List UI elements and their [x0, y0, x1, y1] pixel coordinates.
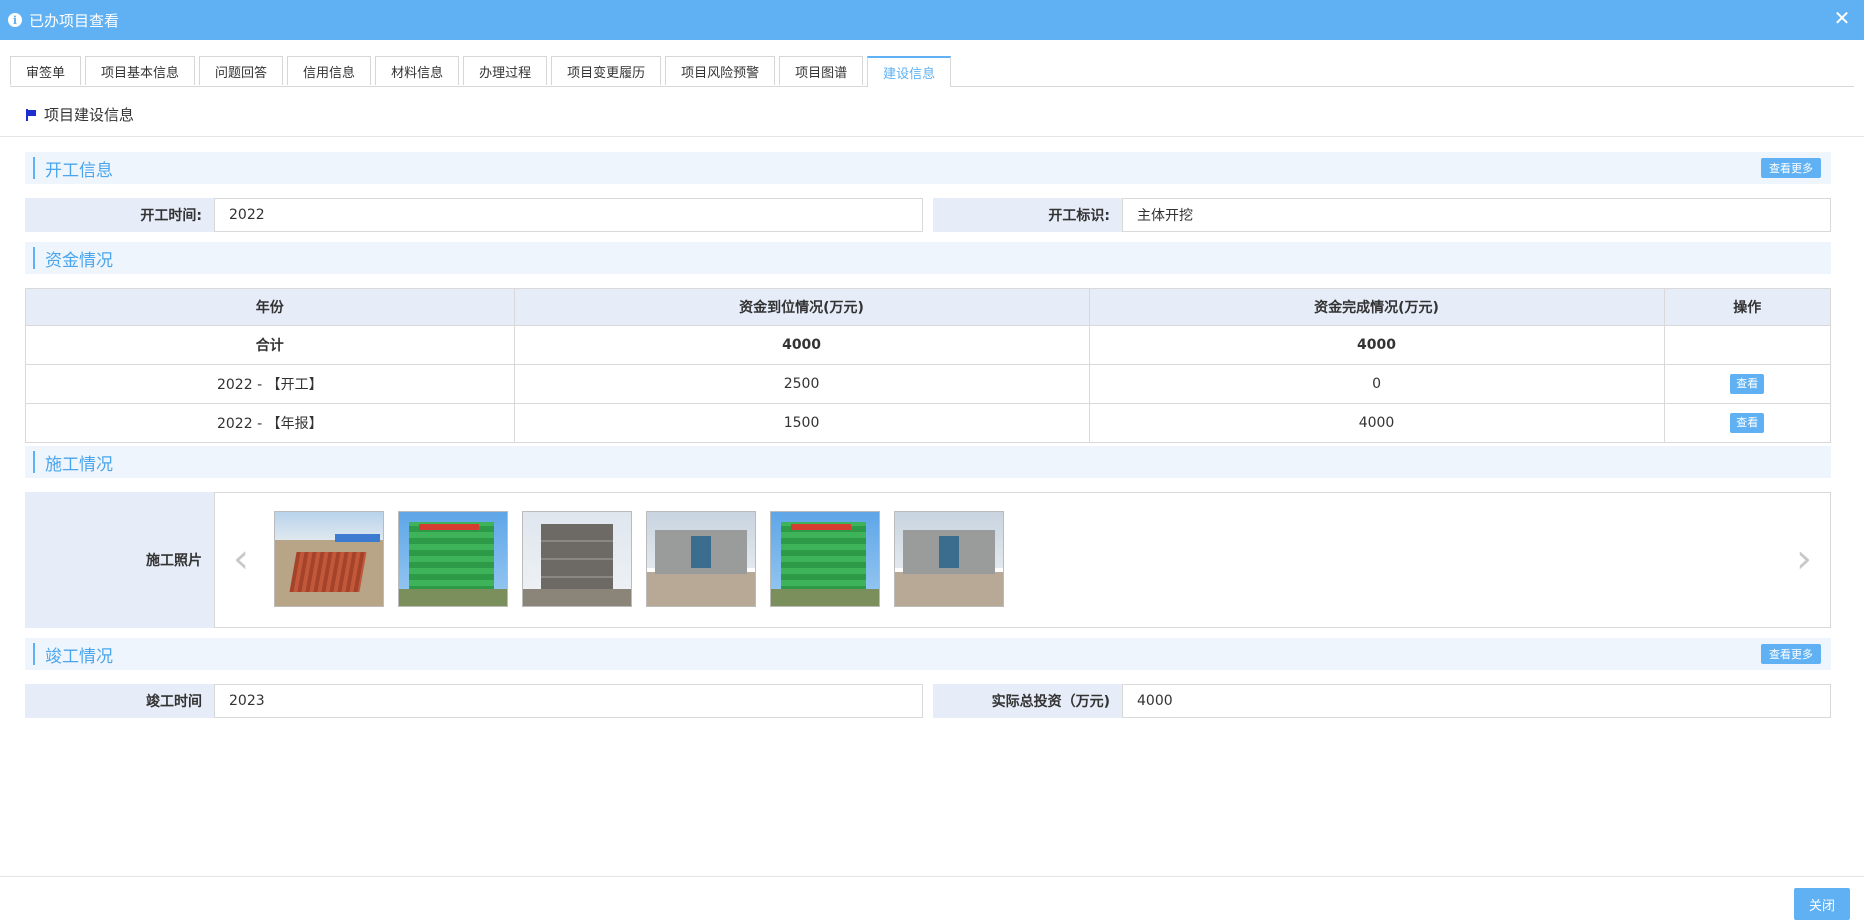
header-accent-bar — [33, 247, 35, 269]
close-button[interactable]: 关闭 — [1794, 888, 1850, 920]
photo-thumbnail[interactable] — [522, 511, 632, 607]
cell-action: 查看 — [1663, 403, 1832, 443]
start-mark-value: 主体开挖 — [1122, 198, 1831, 232]
start-more-button[interactable]: 查看更多 — [1761, 158, 1821, 178]
cell-year: 2022 - 【开工】 — [25, 364, 515, 404]
tab-approval-sheet[interactable]: 审签单 — [10, 56, 82, 85]
construction-title: 施工情况 — [45, 454, 113, 475]
col-arrived: 资金到位情况(万元) — [513, 288, 1090, 326]
view-button[interactable]: 查看 — [1730, 413, 1765, 433]
completion-time-label: 竣工时间 — [25, 684, 214, 718]
cell-action: 查看 — [1663, 364, 1832, 404]
photo-carousel: ‹ › — [214, 492, 1831, 628]
info-icon: i — [8, 13, 22, 27]
tab-qa[interactable]: 问题回答 — [199, 56, 284, 85]
completion-title: 竣工情况 — [45, 646, 113, 667]
table-row: 2022 - 【年报】 1500 4000 查看 — [25, 403, 1832, 443]
window-title: 已办项目查看 — [29, 11, 120, 30]
section-title-text: 项目建设信息 — [44, 106, 135, 124]
cell-year: 合计 — [25, 325, 515, 365]
cell-arrived: 4000 — [513, 325, 1090, 365]
carousel-next-icon[interactable]: › — [1792, 539, 1816, 581]
tab-bar: 审签单 项目基本信息 问题回答 信用信息 材料信息 办理过程 项目变更履历 项目… — [10, 56, 1854, 87]
tab-risk-warning[interactable]: 项目风险预警 — [665, 56, 776, 85]
construction-header: 施工情况 — [25, 446, 1831, 478]
cell-year: 2022 - 【年报】 — [25, 403, 515, 443]
cell-completed: 4000 — [1088, 325, 1665, 365]
photo-thumbnails — [274, 511, 1004, 607]
photo-thumbnail[interactable] — [894, 511, 1004, 607]
start-info-header: 开工信息 查看更多 — [25, 152, 1831, 184]
col-action: 操作 — [1663, 288, 1832, 326]
start-mark-label: 开工标识: — [933, 198, 1122, 232]
tab-process[interactable]: 办理过程 — [463, 56, 548, 85]
photos-label: 施工照片 — [25, 492, 214, 628]
cell-completed: 4000 — [1088, 403, 1665, 443]
flag-icon — [26, 108, 36, 121]
header-accent-bar — [33, 643, 35, 665]
photo-thumbnail[interactable] — [274, 511, 384, 607]
section-title: 项目建设信息 — [26, 104, 134, 125]
completion-more-button[interactable]: 查看更多 — [1761, 644, 1821, 664]
cell-arrived: 2500 — [513, 364, 1090, 404]
table-header-row: 年份 资金到位情况(万元) 资金完成情况(万元) 操作 — [25, 288, 1832, 326]
tab-materials[interactable]: 材料信息 — [375, 56, 460, 85]
carousel-prev-icon[interactable]: ‹ — [229, 539, 253, 581]
photo-thumbnail[interactable] — [646, 511, 756, 607]
tab-change-history[interactable]: 项目变更履历 — [551, 56, 662, 85]
view-button[interactable]: 查看 — [1730, 374, 1765, 394]
cell-arrived: 1500 — [513, 403, 1090, 443]
tab-project-graph[interactable]: 项目图谱 — [779, 56, 864, 85]
funds-table: 年份 资金到位情况(万元) 资金完成情况(万元) 操作 合计 4000 4000… — [25, 288, 1832, 443]
total-investment-value: 4000 — [1122, 684, 1831, 718]
header-accent-bar — [33, 157, 35, 179]
total-investment-label: 实际总投资（万元) — [933, 684, 1122, 718]
cell-action — [1663, 325, 1832, 365]
completion-header: 竣工情况 查看更多 — [25, 638, 1831, 670]
start-info-row: 开工时间: 2022 开工标识: 主体开挖 — [25, 198, 1831, 232]
cell-completed: 0 — [1088, 364, 1665, 404]
photo-thumbnail[interactable] — [770, 511, 880, 607]
col-year: 年份 — [25, 288, 515, 326]
col-completed: 资金完成情况(万元) — [1088, 288, 1665, 326]
start-time-value: 2022 — [214, 198, 923, 232]
start-info-title: 开工信息 — [45, 160, 113, 181]
funds-title: 资金情况 — [45, 250, 113, 271]
construction-photos-row: 施工照片 ‹ › — [25, 492, 1831, 628]
tab-credit-info[interactable]: 信用信息 — [287, 56, 372, 85]
completion-time-value: 2023 — [214, 684, 923, 718]
start-time-label: 开工时间: — [25, 198, 214, 232]
completion-row: 竣工时间 2023 实际总投资（万元) 4000 — [25, 684, 1831, 718]
table-row: 2022 - 【开工】 2500 0 查看 — [25, 364, 1832, 404]
divider — [0, 136, 1864, 137]
close-icon[interactable]: ✕ — [1832, 8, 1852, 28]
window-titlebar: i 已办项目查看 ✕ — [0, 0, 1864, 40]
tab-construction-info[interactable]: 建设信息 — [867, 56, 952, 87]
footer-divider — [0, 876, 1864, 877]
table-row-total: 合计 4000 4000 — [25, 325, 1832, 365]
funds-header: 资金情况 — [25, 242, 1831, 274]
tab-basic-info[interactable]: 项目基本信息 — [85, 56, 196, 85]
header-accent-bar — [33, 451, 35, 473]
photo-thumbnail[interactable] — [398, 511, 508, 607]
